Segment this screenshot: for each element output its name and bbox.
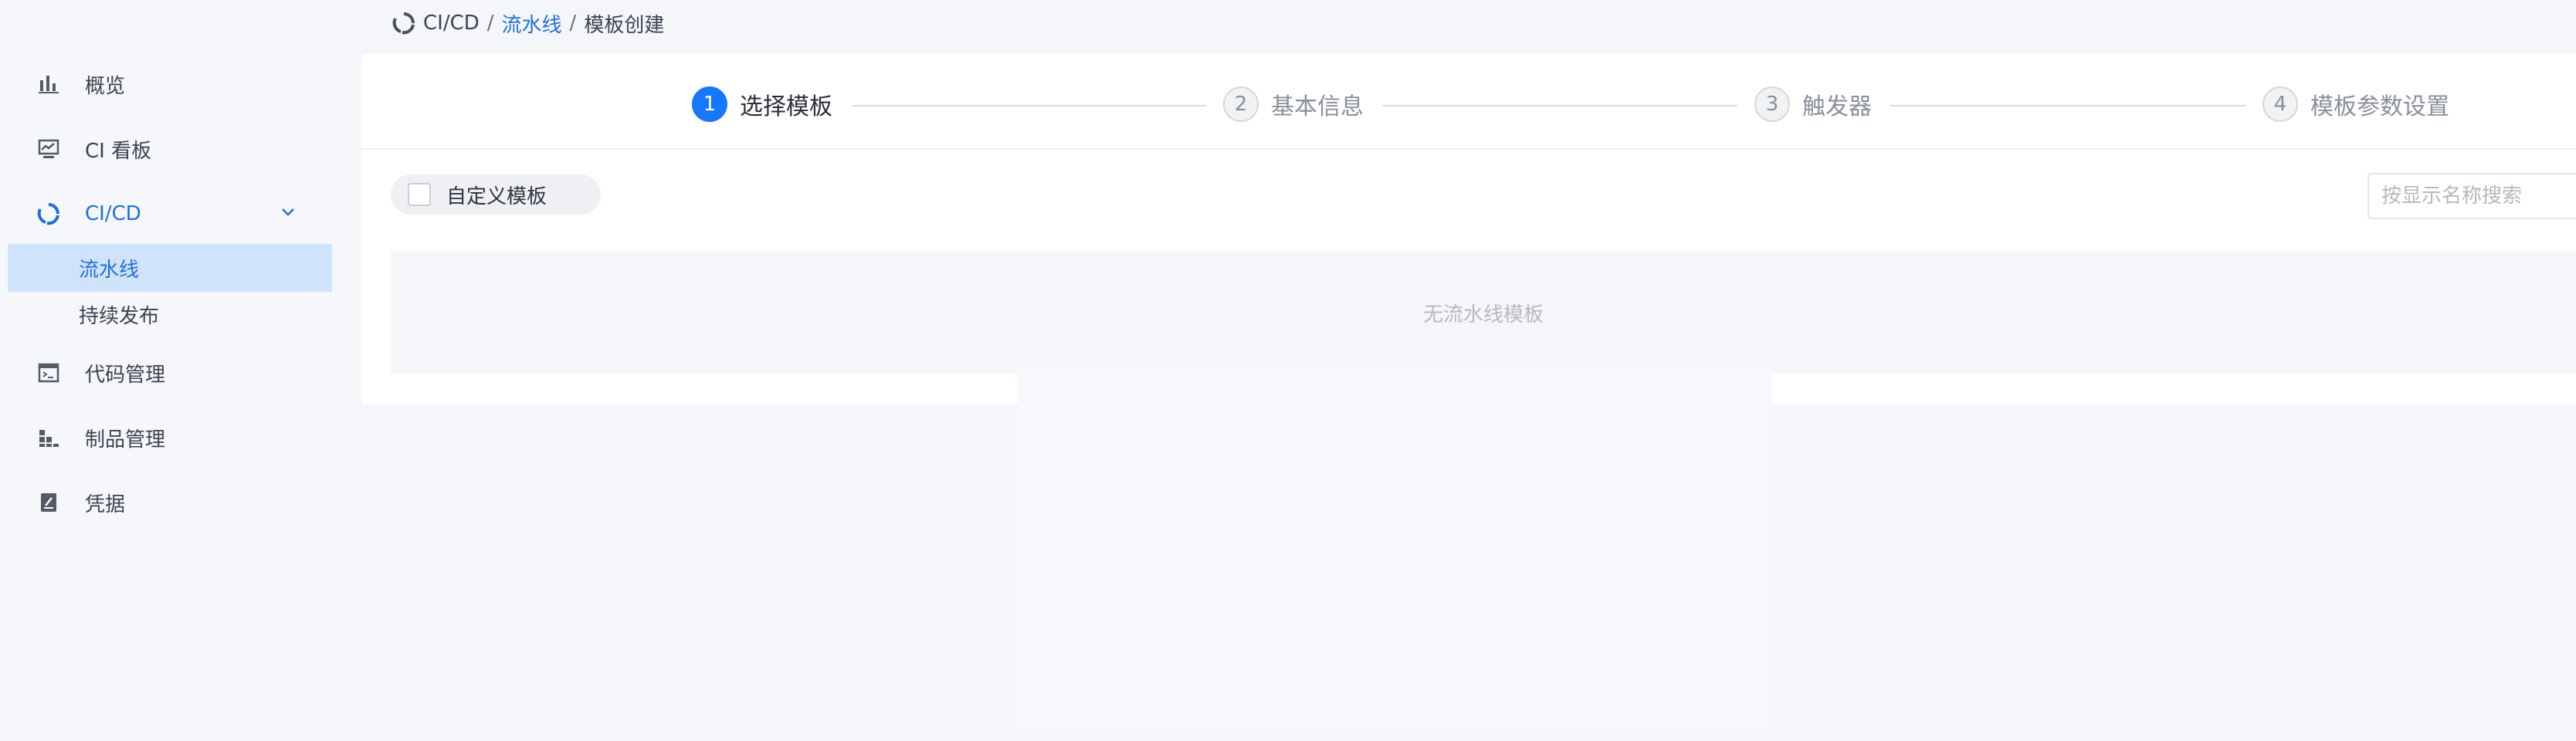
step-label: 触发器 bbox=[1802, 93, 1872, 120]
custom-template-filter[interactable]: 自定义模板 bbox=[391, 174, 601, 215]
custom-template-label: 自定义模板 bbox=[446, 184, 547, 208]
sidebar-item-label: CI/CD bbox=[85, 202, 141, 225]
step-label: 选择模板 bbox=[740, 93, 832, 120]
step-basic-info[interactable]: 2 基本信息 bbox=[1223, 85, 1364, 124]
step-connector bbox=[852, 105, 1206, 107]
empty-template-list: 无流水线模板 bbox=[391, 252, 2576, 374]
step-connector bbox=[1382, 105, 1737, 107]
sidebar-item-label: 代码管理 bbox=[85, 363, 166, 387]
step-template-params[interactable]: 4 模板参数设置 bbox=[2262, 85, 2449, 124]
cicd-ring-icon bbox=[36, 201, 62, 227]
step-number: 3 bbox=[1754, 86, 1790, 122]
custom-template-checkbox[interactable] bbox=[408, 183, 431, 206]
background-panel bbox=[1018, 363, 1771, 733]
sidebar-item-label: CI 看板 bbox=[85, 139, 152, 163]
sidebar-subitem-label: 持续发布 bbox=[79, 304, 160, 328]
sidebar-item-credentials[interactable]: 凭据 bbox=[8, 479, 332, 526]
step-number: 4 bbox=[2262, 86, 2298, 122]
bar-chart-icon bbox=[36, 71, 62, 97]
step-connector bbox=[1890, 105, 2246, 107]
dashboard-icon bbox=[36, 136, 62, 162]
breadcrumb-pipelines-link[interactable]: 流水线 bbox=[502, 9, 562, 38]
step-select-template[interactable]: 1 选择模板 bbox=[692, 85, 832, 124]
sidebar-item-artifact-management[interactable]: 制品管理 bbox=[8, 414, 332, 462]
empty-state-text: 无流水线模板 bbox=[1422, 303, 1544, 327]
step-label: 基本信息 bbox=[1271, 93, 1364, 120]
template-create-card: 1 选择模板 2 基本信息 3 触发器 4 模板参数设置 自定义模板 无流水线模… bbox=[361, 54, 2576, 404]
breadcrumb-separator: / bbox=[569, 12, 577, 35]
terminal-icon bbox=[36, 360, 62, 386]
step-label: 模板参数设置 bbox=[2310, 93, 2449, 120]
breadcrumb-separator: / bbox=[486, 12, 494, 35]
steps-bar: 1 选择模板 2 基本信息 3 触发器 4 模板参数设置 bbox=[361, 54, 2576, 150]
search-input[interactable] bbox=[2368, 173, 2576, 219]
breadcrumb: CI/CD / 流水线 / 模板创建 bbox=[392, 9, 664, 37]
sidebar-item-label: 制品管理 bbox=[85, 428, 166, 452]
credential-icon bbox=[36, 489, 62, 516]
sidebar-item-code-management[interactable]: 代码管理 bbox=[8, 349, 332, 397]
sidebar-subitem-continuous-release[interactable]: 持续发布 bbox=[8, 290, 332, 338]
artifact-blocks-icon bbox=[36, 425, 62, 451]
sidebar-item-overview[interactable]: 概览 bbox=[8, 60, 332, 108]
sidebar-item-label: 概览 bbox=[85, 74, 126, 98]
step-number: 2 bbox=[1223, 86, 1259, 122]
chevron-down-icon[interactable] bbox=[278, 202, 298, 228]
sidebar-item-ci-board[interactable]: CI 看板 bbox=[8, 125, 332, 173]
sidebar-subitem-pipelines[interactable]: 流水线 bbox=[8, 244, 332, 292]
cicd-ring-icon bbox=[392, 12, 415, 35]
step-trigger[interactable]: 3 触发器 bbox=[1754, 85, 1872, 124]
sidebar: 概览 CI 看板 CI/CD 流水线 持续发布 代码管理 制品管理 凭据 bbox=[0, 0, 340, 741]
step-number: 1 bbox=[692, 86, 727, 122]
sidebar-item-label: 凭据 bbox=[85, 492, 126, 516]
breadcrumb-current: 模板创建 bbox=[584, 13, 665, 37]
sidebar-item-cicd[interactable]: CI/CD bbox=[8, 190, 332, 238]
sidebar-subitem-label: 流水线 bbox=[79, 258, 140, 282]
breadcrumb-root[interactable]: CI/CD bbox=[423, 12, 480, 35]
